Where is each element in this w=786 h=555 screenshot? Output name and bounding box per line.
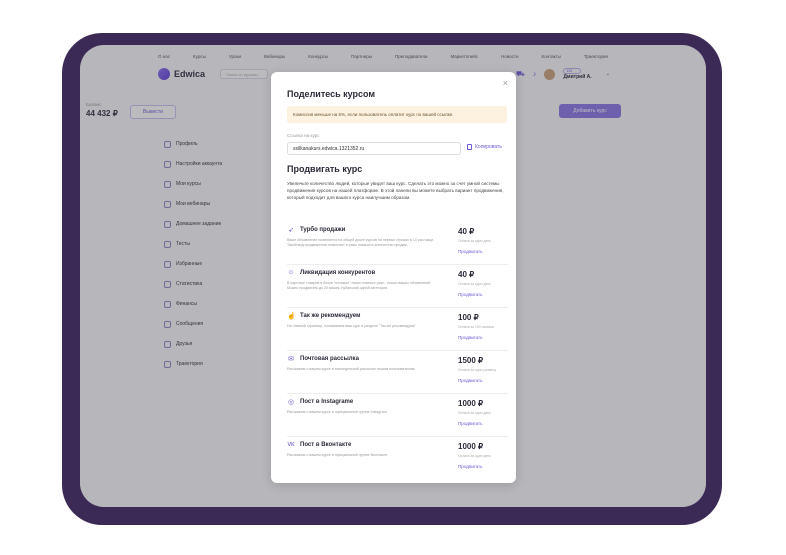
promo-service-row: ☝ Так же рекомендуем На главной странице, … bbox=[287, 308, 508, 351]
promo-title: Продвигать курс bbox=[287, 164, 363, 174]
service-header: ➶ Турбо продажи bbox=[287, 226, 345, 234]
service-price: 1000 ₽ bbox=[458, 442, 484, 451]
service-header: ✉ Почтовая рассылка bbox=[287, 355, 359, 363]
promo-service-row: ◎ Пост в Instagrame Расскажем о вашем курс… bbox=[287, 394, 508, 437]
thumbs-up-icon: ☝ bbox=[287, 313, 296, 320]
service-description: На главной странице, показываем ваш курс… bbox=[287, 324, 417, 328]
service-name: Ликвидация конкурентов bbox=[300, 269, 376, 276]
service-term: Оплата за один день bbox=[458, 411, 491, 415]
service-header: ☺ Ликвидация конкурентов bbox=[287, 269, 375, 276]
promote-button[interactable]: Продвигать bbox=[458, 378, 483, 383]
promo-service-row: ✉ Почтовая рассылка Расскажем о вашем курс… bbox=[287, 351, 508, 394]
promote-button[interactable]: Продвигать bbox=[458, 421, 483, 426]
promote-button[interactable]: Продвигать bbox=[458, 292, 483, 297]
promo-service-row: ➶ Турбо продажи Ваше объявление появляется… bbox=[287, 222, 508, 265]
service-header: ☝ Так же рекомендуем bbox=[287, 312, 360, 320]
promo-services: ➶ Турбо продажи Ваше объявление появляется… bbox=[287, 222, 508, 479]
service-description: Расскажем о вашем курсе в официальной гр… bbox=[287, 453, 389, 457]
copy-icon bbox=[467, 144, 472, 150]
promo-service-row: ᴠᴋ Пост в Вконтакте Расскажем о вашем курс… bbox=[287, 437, 508, 479]
service-description: Ваше объявление появляется на общей доск… bbox=[287, 238, 435, 247]
service-name: Так же рекомендуем bbox=[300, 313, 361, 319]
service-price: 40 ₽ bbox=[458, 227, 475, 236]
service-term: Оплата за одно размещ. bbox=[458, 368, 497, 372]
modal-title: Поделитесь курсом bbox=[287, 89, 376, 99]
service-price: 100 ₽ bbox=[458, 313, 479, 322]
service-header: ᴠᴋ Пост в Вконтакте bbox=[287, 441, 352, 448]
service-price: 1500 ₽ bbox=[458, 356, 484, 365]
service-description: В карточке товаров в блоке "похожие" пок… bbox=[287, 281, 432, 290]
service-term: Оплата за один день bbox=[458, 282, 491, 286]
rocket-icon: ➶ bbox=[288, 227, 294, 234]
promote-button[interactable]: Продвигать bbox=[458, 335, 483, 340]
service-name: Пост в Вконтакте bbox=[300, 441, 352, 448]
link-label: Ссылка на курс bbox=[287, 133, 320, 138]
service-header: ◎ Пост в Instagrame bbox=[287, 398, 353, 406]
mail-icon: ✉ bbox=[288, 356, 294, 363]
service-name: Почтовая рассылка bbox=[300, 356, 359, 362]
copy-button[interactable]: Копировать bbox=[467, 144, 502, 150]
users-icon: ☺ bbox=[287, 269, 295, 276]
service-name: Пост в Instagrame bbox=[300, 399, 354, 405]
promo-description: Увеличьте количество людей, которые увид… bbox=[287, 181, 504, 201]
commission-note: Комиссия меньше на 5%, если пользователь… bbox=[287, 106, 507, 123]
service-name: Турбо продажи bbox=[300, 227, 346, 233]
promo-service-row: ☺ Ликвидация конкурентов В карточке товаро… bbox=[287, 265, 508, 308]
service-price: 40 ₽ bbox=[458, 270, 475, 279]
promote-button[interactable]: Продвигать bbox=[458, 464, 483, 469]
promote-button[interactable]: Продвигать bbox=[458, 249, 483, 254]
service-term: Оплата за 100 показов bbox=[458, 325, 494, 329]
vk-icon: ᴠᴋ bbox=[287, 441, 295, 448]
service-term: Оплата за один день bbox=[458, 454, 491, 458]
service-price: 1000 ₽ bbox=[458, 399, 484, 408]
service-term: Оплата за один день bbox=[458, 239, 491, 243]
course-link-field[interactable]: ssilkanakurs.edwica.1321352.ru bbox=[287, 142, 461, 155]
service-description: Расскажем о вашем курсе в официальной гр… bbox=[287, 410, 388, 414]
share-course-modal: × Поделитесь курсом Комиссия меньше на 5… bbox=[271, 72, 516, 483]
copy-label: Копировать bbox=[475, 144, 502, 150]
service-description: Расскажем о вашем курсе в еженедельной р… bbox=[287, 367, 416, 371]
close-icon[interactable]: × bbox=[503, 78, 508, 88]
instagram-icon: ◎ bbox=[287, 399, 295, 406]
